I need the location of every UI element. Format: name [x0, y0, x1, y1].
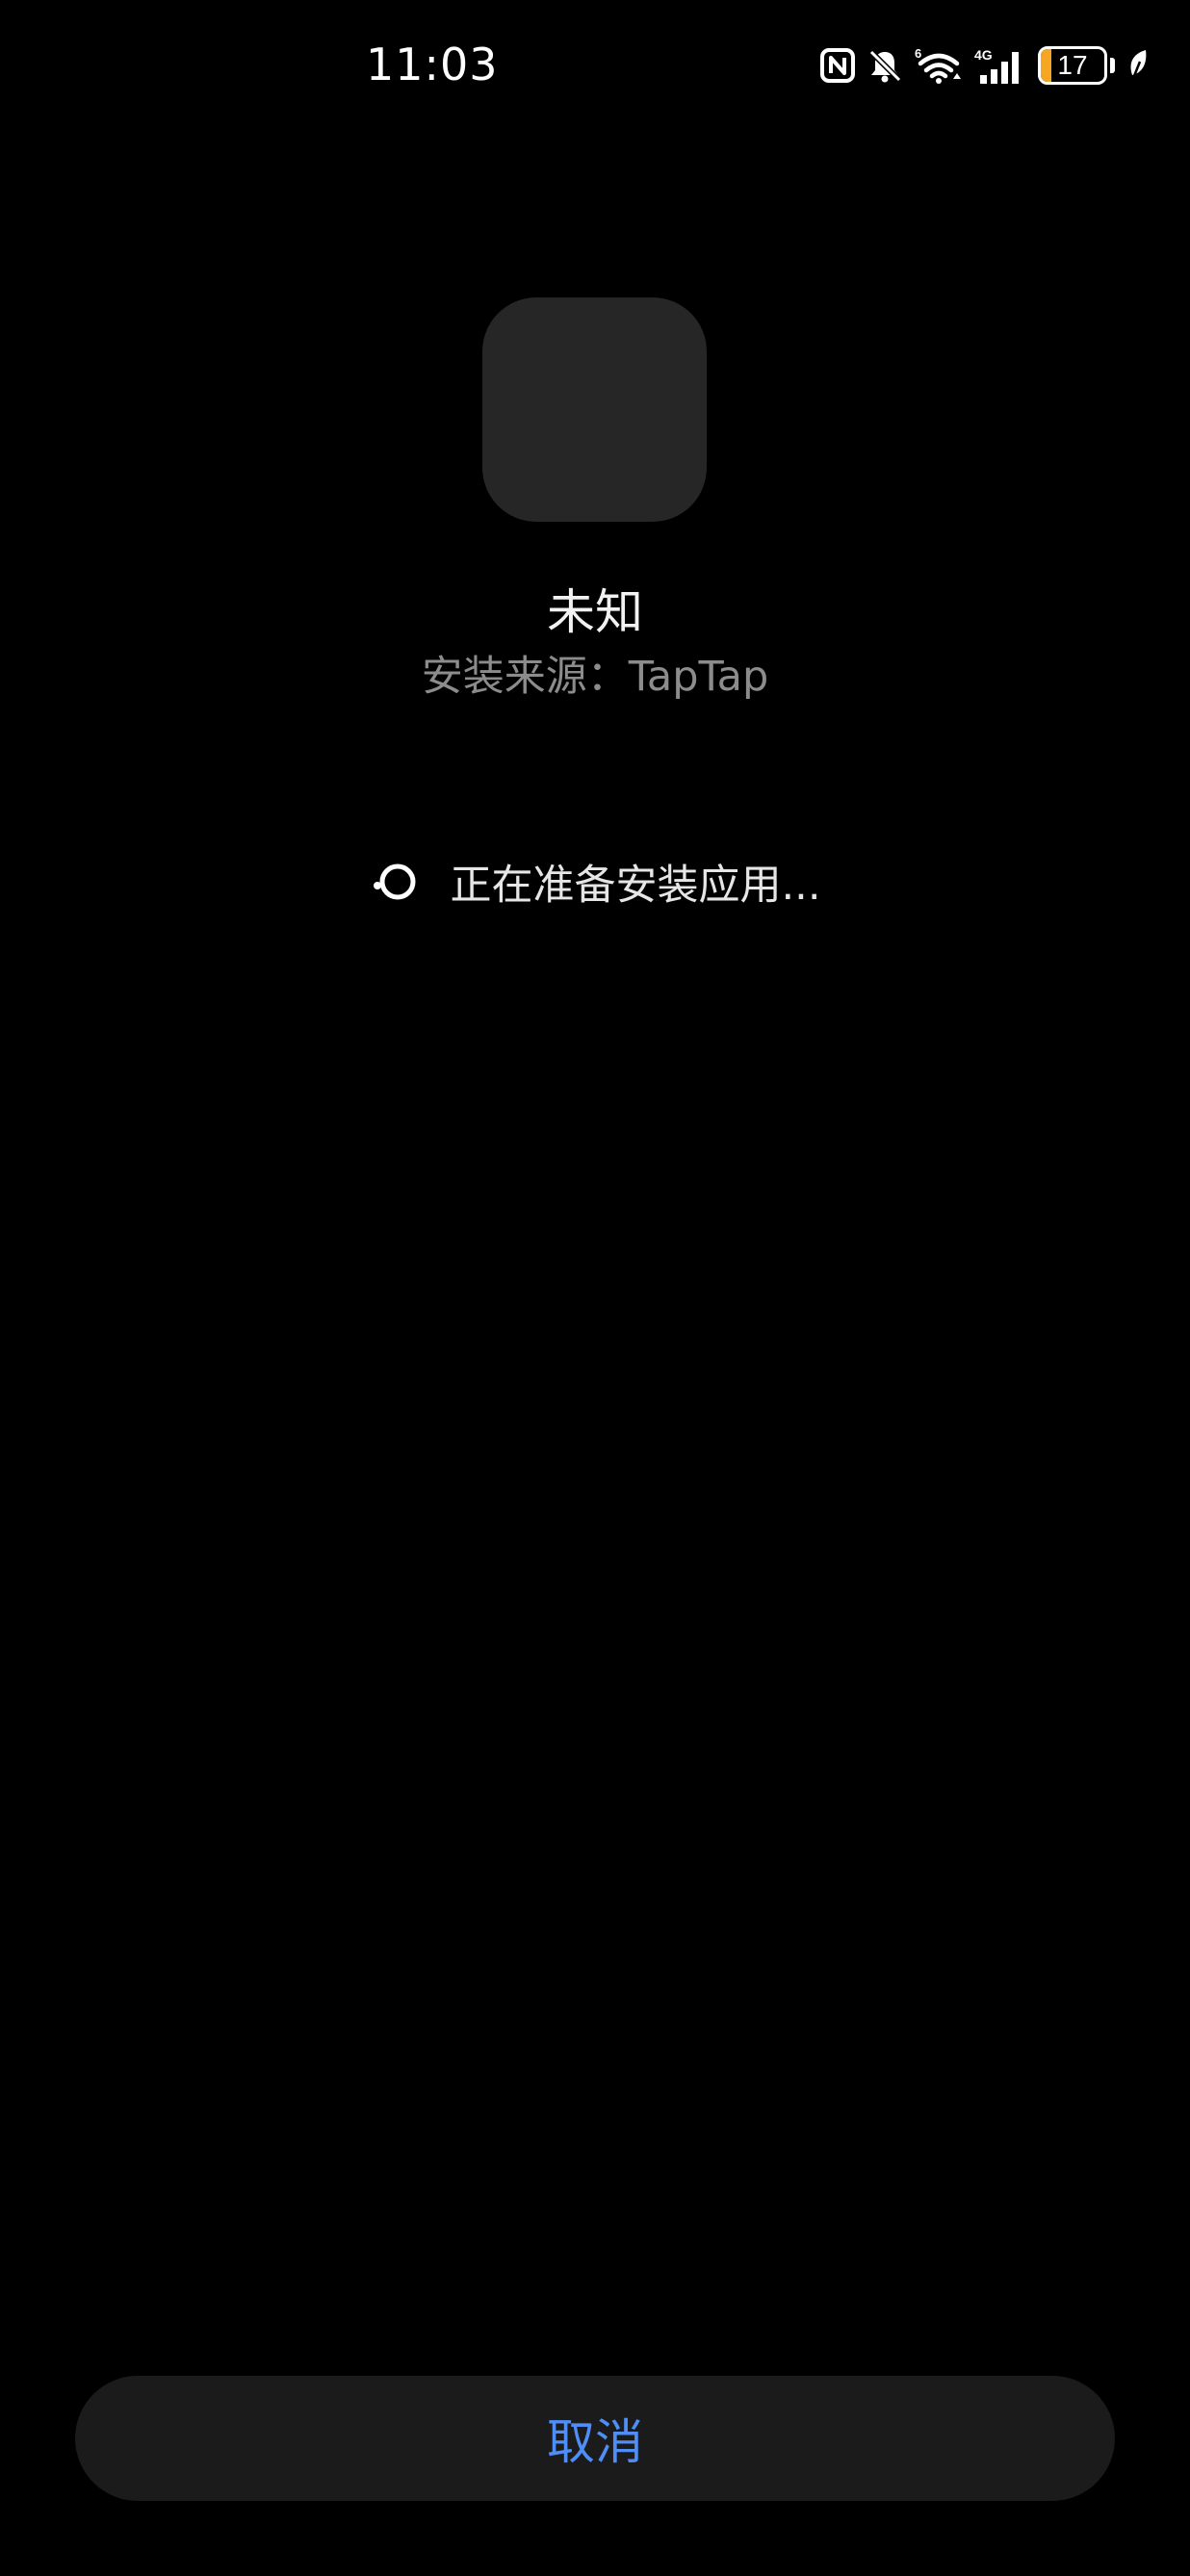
status-bar: 11:03 6 4G 17	[0, 0, 1190, 135]
battery-level-fill	[1041, 49, 1052, 82]
wifi-badge: 6	[915, 46, 921, 61]
loading-spinner-icon	[374, 863, 416, 900]
progress-text: 正在准备安装应用...	[450, 862, 821, 910]
leaf-icon	[1130, 50, 1147, 82]
battery-tip	[1110, 58, 1115, 73]
mute-bell-icon	[868, 49, 902, 83]
cell-badge: 4G	[974, 47, 993, 63]
wifi-6-icon: 6	[915, 46, 961, 84]
cancel-button[interactable]: 取消	[75, 2376, 1115, 2501]
progress-row: 正在准备安装应用...	[0, 851, 1190, 913]
app-icon-placeholder	[482, 297, 707, 522]
signal-4g-icon: 4G	[974, 47, 1019, 84]
status-icons: 6 4G 17	[820, 42, 1151, 89]
cancel-label: 取消	[547, 2414, 643, 2470]
install-source: 安装来源：TapTap	[421, 653, 769, 701]
app-name: 未知	[547, 584, 643, 640]
status-time: 11:03	[366, 39, 499, 90]
battery-level: 17	[1057, 50, 1088, 80]
battery-icon: 17	[1038, 46, 1107, 85]
nfc-icon	[820, 48, 855, 83]
